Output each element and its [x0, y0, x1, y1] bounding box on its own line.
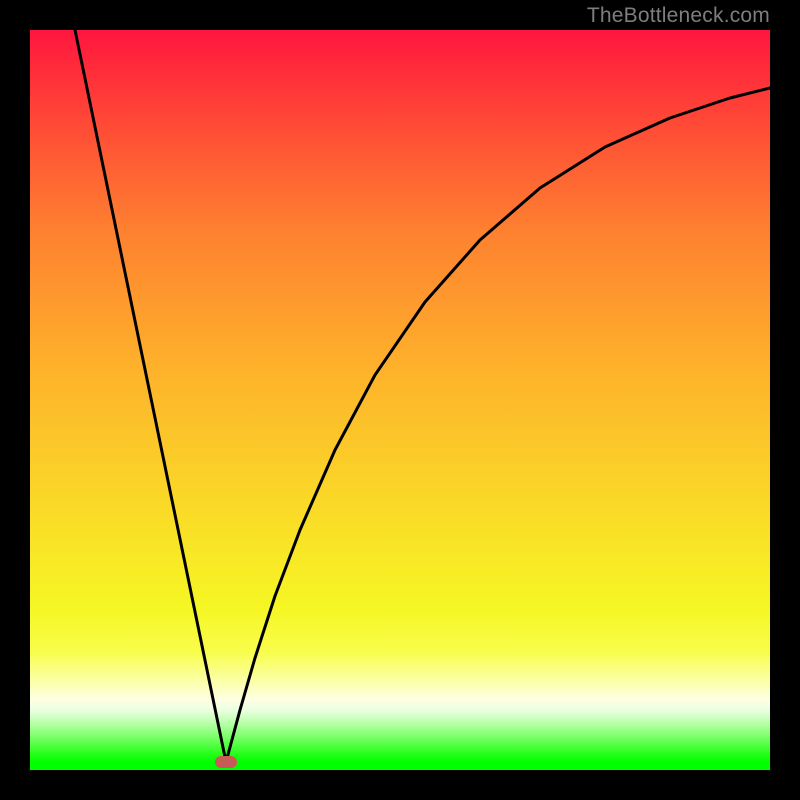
watermark-text: TheBottleneck.com: [587, 4, 770, 28]
bottleneck-curve: [30, 30, 770, 770]
chart-area: [30, 30, 770, 770]
minimum-marker: [215, 756, 237, 768]
